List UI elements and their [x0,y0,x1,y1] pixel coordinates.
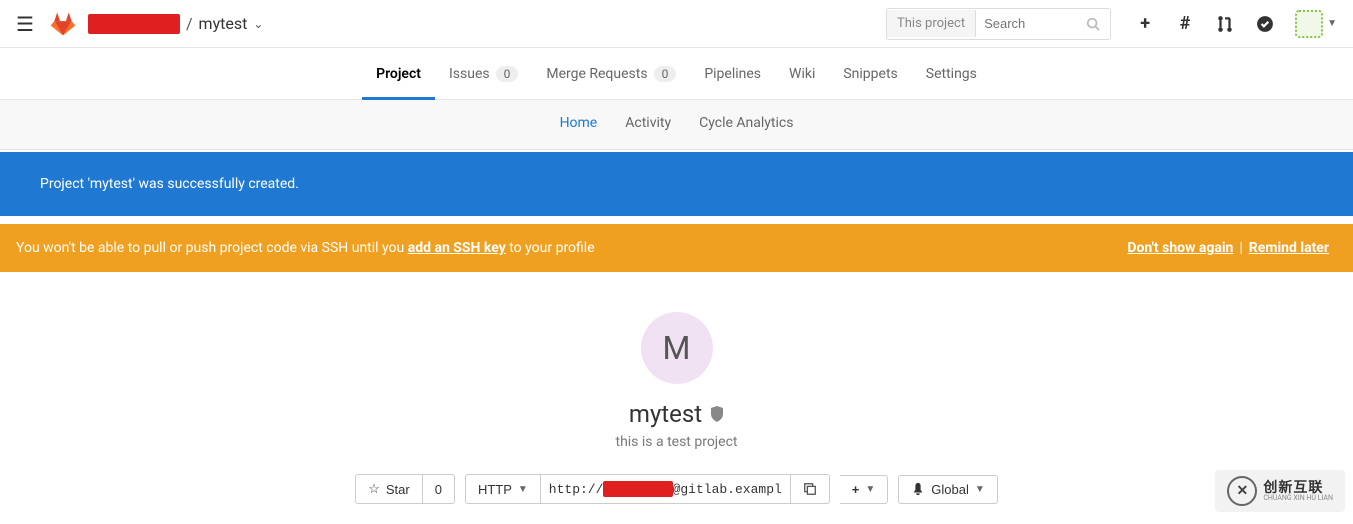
project-avatar: M [641,312,713,384]
visibility-shield-icon [710,406,724,422]
caret-down-icon: ▼ [518,484,528,495]
tab-pipelines[interactable]: Pipelines [690,48,775,99]
watermark-logo: ✕ [1227,476,1257,506]
tab-issues[interactable]: Issues 0 [435,48,532,99]
secondary-tabs: Home Activity Cycle Analytics [0,100,1353,150]
add-button[interactable]: +▼ [840,475,889,504]
protocol-label: HTTP [478,482,512,497]
notification-label: Global [931,482,969,497]
alert-separator: | [1239,240,1242,256]
breadcrumb-owner-redacted[interactable] [88,14,180,34]
top-header: ☰ / mytest ⌄ This project + # [0,0,1353,48]
subtab-home[interactable]: Home [546,100,612,149]
plus-icon: + [852,482,860,497]
watermark: ✕ 创新互联 CHUANG XIN HU LIAN [1215,470,1345,512]
alert-success: Project 'mytest' was successfully create… [0,152,1353,216]
add-ssh-key-link[interactable]: add an SSH key [408,240,506,256]
plus-icon[interactable]: + [1127,6,1163,42]
caret-down-icon: ▼ [975,484,985,495]
dont-show-again-link[interactable]: Don't show again [1127,240,1233,256]
chevron-down-icon[interactable]: ⌄ [253,17,263,31]
tab-label: Merge Requests [546,66,647,82]
breadcrumb-project[interactable]: mytest [199,14,248,33]
tab-snippets[interactable]: Snippets [829,48,911,99]
subtab-cycle-analytics[interactable]: Cycle Analytics [685,100,807,149]
search-input[interactable] [976,10,1076,37]
url-suffix: @gitlab.exampl [673,482,782,497]
user-menu[interactable]: ▼ [1295,10,1337,38]
warning-prefix: You won't be able to pull or push projec… [16,240,408,256]
search-scope[interactable]: This project [887,10,976,37]
star-icon: ☆ [368,481,380,497]
alert-actions: Don't show again | Remind later [1127,240,1329,256]
star-count[interactable]: 0 [423,474,455,504]
star-label: Star [386,482,410,497]
caret-down-icon: ▼ [1327,18,1337,29]
clone-url-input[interactable]: http:// @gitlab.exampl [541,474,791,504]
badge: 0 [654,66,677,82]
alert-warning: You won't be able to pull or push projec… [0,224,1353,272]
subtab-activity[interactable]: Activity [611,100,685,149]
hamburger-icon[interactable]: ☰ [16,12,34,36]
project-description: this is a test project [0,434,1353,450]
tab-label: Pipelines [704,66,761,82]
project-section: M mytest this is a test project ☆ Star 0… [0,272,1353,524]
badge: 0 [496,66,519,82]
star-button[interactable]: ☆ Star [355,474,423,504]
action-bar: ☆ Star 0 HTTP ▼ http://@gitlab.exampl +▼ [0,474,1353,504]
watermark-text: 创新互联 CHUANG XIN HU LIAN [1263,481,1333,502]
bell-icon [911,482,925,496]
header-right: This project + # ▼ [886,6,1337,42]
caret-down-icon: ▼ [865,484,875,495]
project-name-row: mytest [0,400,1353,428]
protocol-dropdown[interactable]: HTTP ▼ [465,474,541,504]
merge-request-icon[interactable] [1207,6,1243,42]
tab-settings[interactable]: Settings [912,48,991,99]
search-icon[interactable] [1076,17,1110,31]
watermark-main: 创新互联 [1263,481,1333,495]
hash-icon[interactable]: # [1167,6,1203,42]
watermark-sub: CHUANG XIN HU LIAN [1263,495,1333,502]
star-group: ☆ Star 0 [355,474,455,504]
url-redacted [603,481,672,497]
copy-url-button[interactable] [791,474,830,504]
tab-label: Wiki [789,66,815,82]
primary-tabs: Project Issues 0 Merge Requests 0 Pipeline… [0,48,1353,100]
remind-later-link[interactable]: Remind later [1249,240,1329,256]
project-name: mytest [629,400,702,428]
tab-label: Snippets [843,66,897,82]
alert-warning-text: You won't be able to pull or push projec… [16,240,595,256]
tab-label: Settings [926,66,977,82]
add-group: +▼ [840,475,889,504]
notification-dropdown[interactable]: Global ▼ [898,475,997,504]
copy-icon [803,482,817,496]
breadcrumb: / mytest ⌄ [88,14,263,34]
warning-suffix: to your profile [506,240,595,256]
gitlab-logo[interactable] [50,11,76,37]
tab-merge-requests[interactable]: Merge Requests 0 [532,48,690,99]
avatar-icon [1295,10,1323,38]
tab-label: Project [376,66,421,82]
breadcrumb-separator: / [186,14,193,33]
url-prefix: http:// [549,482,604,497]
tab-project[interactable]: Project [362,48,435,99]
search-box: This project [886,8,1111,40]
todo-icon[interactable] [1247,6,1283,42]
alert-success-text: Project 'mytest' was successfully create… [40,176,299,192]
tab-label: Issues [449,66,490,82]
tab-wiki[interactable]: Wiki [775,48,829,99]
clone-group: HTTP ▼ http:// @gitlab.exampl [465,474,830,504]
